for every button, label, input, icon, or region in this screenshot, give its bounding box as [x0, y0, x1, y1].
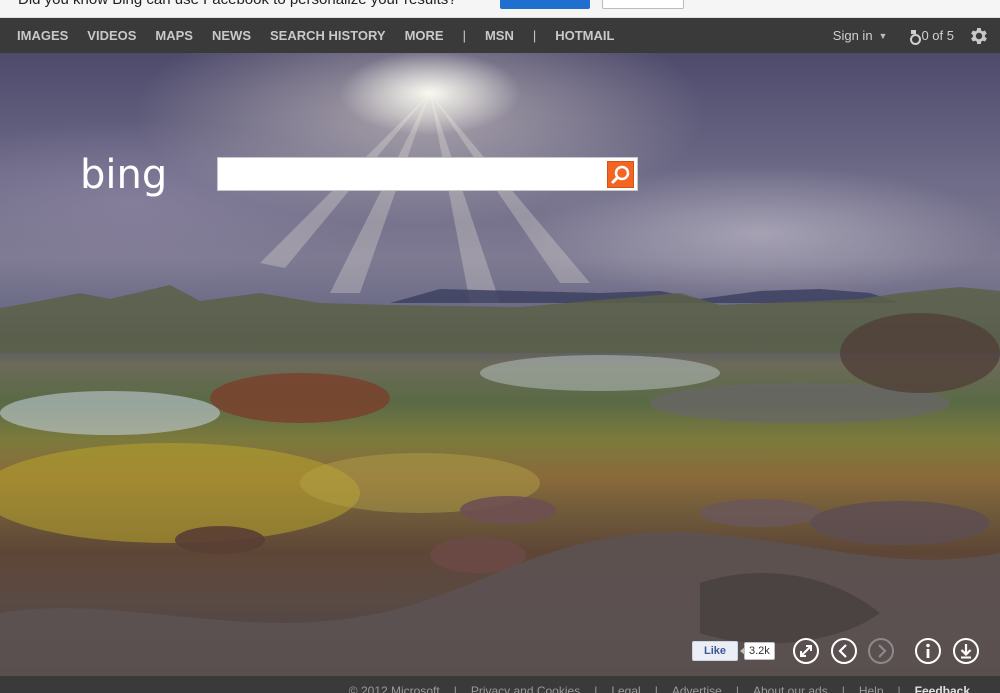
footer: © 2012 Microsoft | Privacy and Cookies |… [0, 676, 1000, 693]
info-icon[interactable] [914, 637, 942, 665]
nav-images[interactable]: IMAGES [17, 28, 68, 43]
gear-icon[interactable] [968, 25, 990, 47]
notice-primary-button[interactable] [500, 0, 590, 9]
rewards-count: 0 of 5 [921, 28, 954, 43]
like-label: Like [703, 645, 726, 657]
nav-search-history[interactable]: SEARCH HISTORY [270, 28, 386, 43]
footer-link-advertise[interactable]: Advertise [672, 684, 722, 693]
footer-links: © 2012 Microsoft | Privacy and Cookies |… [335, 684, 970, 693]
medal-icon [909, 29, 922, 45]
account-tools: Sign in ▼ 0 of 5 [833, 18, 1000, 53]
nav-links: IMAGES VIDEOS MAPS NEWS SEARCH HISTORY M… [17, 18, 633, 53]
footer-separator: | [841, 684, 845, 693]
bing-logo[interactable]: bing [80, 152, 208, 204]
footer-separator: | [453, 684, 457, 693]
footer-copyright: © 2012 Microsoft [348, 684, 440, 693]
search-button[interactable] [607, 161, 634, 188]
nav-more[interactable]: MORE [405, 28, 444, 43]
bing-logo-text: bing [80, 152, 167, 198]
rewards-button[interactable]: 0 of 5 [909, 28, 954, 45]
footer-link-about-ads[interactable]: About our ads [753, 684, 828, 693]
footer-link-legal[interactable]: Legal [611, 684, 640, 693]
next-icon[interactable] [867, 637, 895, 665]
footer-link-help[interactable]: Help [859, 684, 884, 693]
footer-separator: | [594, 684, 598, 693]
footer-link-feedback[interactable]: Feedback [915, 684, 970, 693]
nav-separator: | [532, 28, 537, 43]
chevron-down-icon: ▼ [878, 30, 888, 41]
download-icon[interactable] [952, 637, 980, 665]
previous-icon[interactable] [830, 637, 858, 665]
footer-separator: | [735, 684, 739, 693]
top-nav-bar: IMAGES VIDEOS MAPS NEWS SEARCH HISTORY M… [0, 18, 1000, 53]
nav-news[interactable]: NEWS [212, 28, 251, 43]
background-photo [0, 53, 1000, 676]
nav-videos[interactable]: VIDEOS [87, 28, 136, 43]
search-input[interactable] [222, 161, 602, 187]
footer-link-privacy[interactable]: Privacy and Cookies [471, 684, 580, 693]
landscape-illustration [0, 93, 1000, 676]
facebook-notice-bar: Did you know Bing can use Facebook to pe… [0, 0, 1000, 18]
like-count: 3.2k [740, 642, 775, 660]
facebook-like-widget: Like 3.2k [692, 641, 775, 661]
notice-text: Did you know Bing can use Facebook to pe… [18, 0, 457, 8]
nav-msn[interactable]: MSN [485, 28, 514, 43]
nav-hotmail[interactable]: HOTMAIL [555, 28, 614, 43]
fullscreen-icon[interactable] [792, 637, 820, 665]
nav-separator: | [462, 28, 466, 43]
footer-separator: | [654, 684, 658, 693]
like-button[interactable]: Like [692, 641, 738, 661]
footer-separator: | [897, 684, 901, 693]
search-icon [611, 165, 630, 184]
sign-in-button[interactable]: Sign in ▼ [833, 28, 888, 43]
sign-in-label: Sign in [832, 28, 873, 43]
nav-maps[interactable]: MAPS [155, 28, 193, 43]
search-box [217, 157, 638, 191]
notice-secondary-button[interactable] [602, 0, 684, 9]
